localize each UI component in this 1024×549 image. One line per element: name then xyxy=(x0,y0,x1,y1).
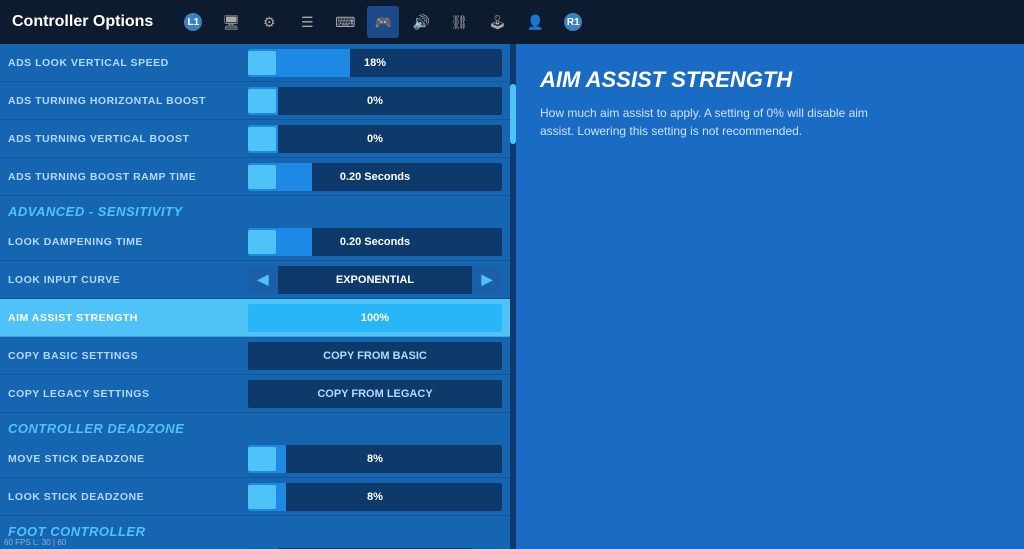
user-icon[interactable]: 👤 xyxy=(519,6,551,38)
arrow-left-look-input-curve[interactable]: ◀ xyxy=(248,266,278,294)
label-look-dampening-time: LOOK DAMPENING TIME xyxy=(8,236,248,248)
section-controller-deadzone: CONTROLLER DEADZONE xyxy=(0,413,510,440)
label-ads-turning-boost-ramp-time: ADS TURNING BOOST RAMP TIME xyxy=(8,171,248,183)
top-nav: Controller Options L1 🖥 ⚙ ☰ ⌨ 🎮 🔊 ⛓ 🕹 👤 … xyxy=(0,0,1024,44)
label-copy-basic-settings: COPY BASIC SETTINGS xyxy=(8,350,248,362)
slider-value-v-boost: 0% xyxy=(248,133,502,145)
row-aim-assist-strength[interactable]: AIM ASSIST STRENGTH 100% xyxy=(0,299,510,337)
slider-value-dampening: 0.20 Seconds xyxy=(248,236,502,248)
label-copy-legacy-settings: COPY LEGACY SETTINGS xyxy=(8,388,248,400)
label-move-stick-deadzone: MOVE STICK DEADZONE xyxy=(8,453,248,465)
slider-value-look-deadzone: 8% xyxy=(248,491,502,503)
slider-ads-turning-boost-ramp-time[interactable]: 0.20 Seconds xyxy=(248,163,502,191)
arrow-look-input-curve[interactable]: ◀ EXPONENTIAL ▶ xyxy=(248,266,502,294)
detail-description: How much aim assist to apply. A setting … xyxy=(540,104,900,140)
slider-value-aim-assist: 100% xyxy=(248,312,502,324)
control-copy-basic-settings[interactable]: COPY FROM BASIC xyxy=(248,337,502,374)
btn-copy-from-basic[interactable]: COPY FROM BASIC xyxy=(248,342,502,370)
detail-title: AIM ASSIST STRENGTH xyxy=(540,68,1000,92)
row-ads-turning-vertical-boost[interactable]: ADS TURNING VERTICAL BOOST 0% xyxy=(0,120,510,158)
slider-look-dampening-time[interactable]: 0.20 Seconds xyxy=(248,228,502,256)
network-icon[interactable]: ⛓ xyxy=(443,6,475,38)
control-aim-assist-strength[interactable]: 100% xyxy=(248,299,502,336)
nav-title: Controller Options xyxy=(12,13,153,31)
slider-look-stick-deadzone[interactable]: 8% xyxy=(248,483,502,511)
row-ads-turning-boost-ramp-time[interactable]: ADS TURNING BOOST RAMP TIME 0.20 Seconds xyxy=(0,158,510,196)
slider-ads-turning-vertical-boost[interactable]: 0% xyxy=(248,125,502,153)
label-aim-assist-strength: AIM ASSIST STRENGTH xyxy=(8,312,248,324)
btn-copy-from-legacy[interactable]: COPY FROM LEGACY xyxy=(248,380,502,408)
label-ads-look-vertical-speed: ADS LOOK VERTICAL SPEED xyxy=(8,57,248,69)
row-look-input-curve[interactable]: LOOK INPUT CURVE ◀ EXPONENTIAL ▶ xyxy=(0,261,510,299)
row-look-dampening-time[interactable]: LOOK DAMPENING TIME 0.20 Seconds xyxy=(0,223,510,261)
section-foot-controller: FOOT CONTROLLER xyxy=(0,516,510,543)
control-look-input-curve[interactable]: ◀ EXPONENTIAL ▶ xyxy=(248,261,502,298)
row-ads-turning-horizontal-boost[interactable]: ADS TURNING HORIZONTAL BOOST 0% xyxy=(0,82,510,120)
list-icon[interactable]: ☰ xyxy=(291,6,323,38)
arrow-right-look-input-curve[interactable]: ▶ xyxy=(472,266,502,294)
slider-move-stick-deadzone[interactable]: 8% xyxy=(248,445,502,473)
L1-badge[interactable]: L1 xyxy=(177,6,209,38)
fps-indicator: 60 FPS L: 30 | 60 xyxy=(4,538,66,547)
row-copy-legacy-settings[interactable]: COPY LEGACY SETTINGS COPY FROM LEGACY xyxy=(0,375,510,413)
row-copy-basic-settings[interactable]: COPY BASIC SETTINGS COPY FROM BASIC xyxy=(0,337,510,375)
control-ads-look-vertical-speed[interactable]: 18% xyxy=(248,44,502,81)
control-ads-turning-boost-ramp-time[interactable]: 0.20 Seconds xyxy=(248,158,502,195)
slider-ads-turning-horizontal-boost[interactable]: 0% xyxy=(248,87,502,115)
control-copy-legacy-settings[interactable]: COPY FROM LEGACY xyxy=(248,375,502,412)
slider-value-ramp: 0.20 Seconds xyxy=(248,171,502,183)
speaker-icon[interactable]: 🔊 xyxy=(405,6,437,38)
gamepad-icon[interactable]: 🕹 xyxy=(481,6,513,38)
main-layout: ADS LOOK VERTICAL SPEED 18% ADS TURNING … xyxy=(0,44,1024,549)
row-enable-foot-controller[interactable]: ENABLE FOOT CONTROLLER ◀ OFF ▶ xyxy=(0,543,510,549)
slider-value-move-deadzone: 8% xyxy=(248,453,502,465)
gear-icon[interactable]: ⚙ xyxy=(253,6,285,38)
R1-badge[interactable]: R1 xyxy=(557,6,589,38)
settings-panel: ADS LOOK VERTICAL SPEED 18% ADS TURNING … xyxy=(0,44,510,549)
row-move-stick-deadzone[interactable]: MOVE STICK DEADZONE 8% xyxy=(0,440,510,478)
monitor-icon[interactable]: 🖥 xyxy=(215,6,247,38)
label-ads-turning-horizontal-boost: ADS TURNING HORIZONTAL BOOST xyxy=(8,95,248,107)
control-look-stick-deadzone[interactable]: 8% xyxy=(248,478,502,515)
detail-panel: AIM ASSIST STRENGTH How much aim assist … xyxy=(516,44,1024,549)
section-advanced-sensitivity: ADVANCED - SENSITIVITY xyxy=(0,196,510,223)
control-look-dampening-time[interactable]: 0.20 Seconds xyxy=(248,223,502,260)
control-ads-turning-horizontal-boost[interactable]: 0% xyxy=(248,82,502,119)
row-ads-look-vertical-speed[interactable]: ADS LOOK VERTICAL SPEED 18% xyxy=(0,44,510,82)
control-ads-turning-vertical-boost[interactable]: 0% xyxy=(248,120,502,157)
slider-ads-look-vertical-speed[interactable]: 18% xyxy=(248,49,502,77)
control-move-stick-deadzone[interactable]: 8% xyxy=(248,440,502,477)
controller-icon[interactable]: 🎮 xyxy=(367,6,399,38)
label-look-input-curve: LOOK INPUT CURVE xyxy=(8,274,248,286)
slider-aim-assist-strength[interactable]: 100% xyxy=(248,304,502,332)
control-enable-foot-controller[interactable]: ◀ OFF ▶ xyxy=(248,543,502,549)
slider-value-ads-vertical: 18% xyxy=(248,57,502,69)
slider-value-h-boost: 0% xyxy=(248,95,502,107)
label-look-stick-deadzone: LOOK STICK DEADZONE xyxy=(8,491,248,503)
arrow-value-look-input-curve: EXPONENTIAL xyxy=(278,274,472,286)
label-ads-turning-vertical-boost: ADS TURNING VERTICAL BOOST xyxy=(8,133,248,145)
keyboard-icon[interactable]: ⌨ xyxy=(329,6,361,38)
row-look-stick-deadzone[interactable]: LOOK STICK DEADZONE 8% xyxy=(0,478,510,516)
